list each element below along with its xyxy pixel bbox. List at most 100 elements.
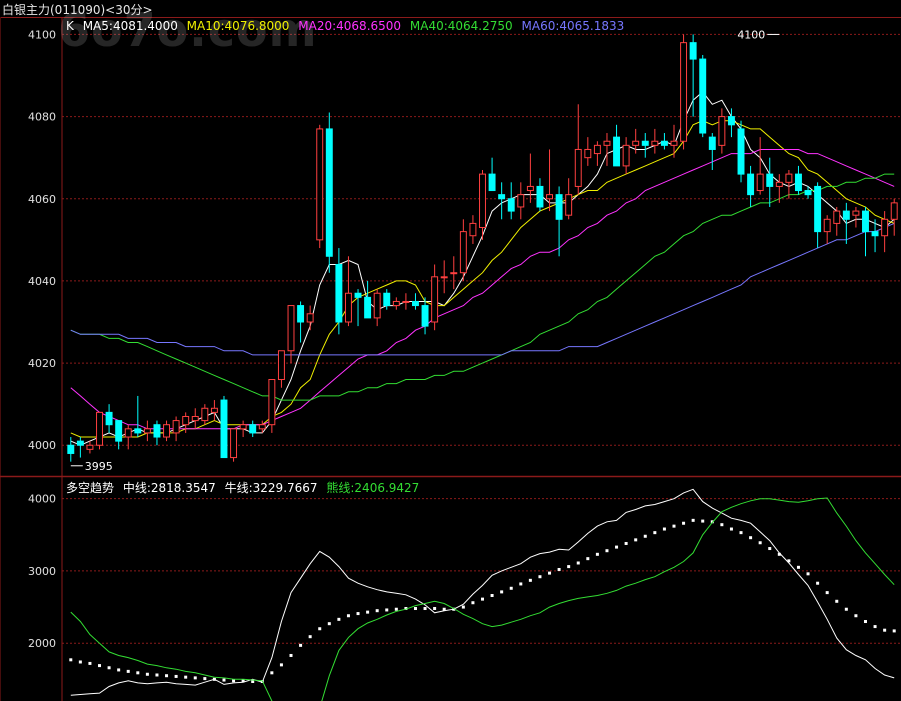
mid-line-dot <box>155 673 159 677</box>
mid-line-dot <box>184 675 188 679</box>
candle-body-up <box>632 140 640 146</box>
candle-body-down <box>297 305 305 323</box>
mid-line-dot <box>720 523 724 527</box>
candle-body-down <box>689 42 697 60</box>
candle-body-up <box>622 144 630 167</box>
candle-body-down <box>488 173 496 192</box>
candle-body-down <box>814 185 822 233</box>
candle-body-down <box>325 128 333 257</box>
main-legend: K MA5:4081.4000 MA10:4076.8000 MA20:4068… <box>66 19 629 33</box>
mid-line-dot <box>892 629 896 633</box>
mid-line-dot <box>538 575 542 579</box>
candle-body-down <box>220 399 228 459</box>
candle-body-down <box>766 173 774 187</box>
candle-body-down <box>699 58 707 134</box>
mid-line-dot <box>433 607 437 611</box>
mid-line-dot <box>193 676 197 680</box>
low-marker-label: 3995 <box>85 460 113 473</box>
ma-line-ma10 <box>70 120 895 438</box>
mid-line-dot <box>567 565 571 569</box>
sub-y-tick-label: 3000 <box>28 565 56 578</box>
main-y-tick-label: 4060 <box>28 193 56 206</box>
high-marker-label: 4100 <box>737 28 765 41</box>
candle-body-up <box>239 424 247 430</box>
mid-line-dot <box>624 541 628 545</box>
candle-body-up <box>881 218 889 237</box>
candle-body-up <box>392 300 400 307</box>
candle-body-up <box>546 194 553 200</box>
mid-line-dot <box>136 671 140 675</box>
candle-body-down <box>536 185 544 208</box>
candle-body-down <box>842 210 850 220</box>
mid-line-dot <box>825 591 829 595</box>
main-y-tick-label: 4000 <box>28 439 56 452</box>
candle-body-down <box>660 140 668 146</box>
mid-line-dot <box>165 674 169 678</box>
mid-line-dot <box>653 531 657 535</box>
candle-body-up <box>574 148 582 187</box>
mid-line-dot <box>615 545 619 549</box>
mid-line-dot <box>327 622 331 626</box>
candle-body-up <box>306 313 314 323</box>
sub-y-tick-label: 4000 <box>28 493 56 506</box>
candle-body-down <box>862 210 869 233</box>
candle-body-down <box>76 440 84 446</box>
mid-line-dot <box>107 666 111 670</box>
candle-body-up <box>565 194 573 216</box>
candle-body-up <box>172 420 180 434</box>
mid-line-dot <box>835 599 839 603</box>
candle-body-up <box>124 428 132 438</box>
legend-ma40: MA40:4064.2750 <box>409 19 513 33</box>
candle-body-down <box>747 173 755 196</box>
candle-body-up <box>402 300 410 303</box>
candle-body-down <box>641 140 649 146</box>
mid-line-dot <box>270 671 274 675</box>
mid-line-dot <box>605 549 609 553</box>
candle-body-down <box>153 424 161 438</box>
mid-line-dot <box>634 538 638 542</box>
candle-body-down <box>794 173 802 192</box>
mid-line-dot <box>126 669 130 673</box>
main-y-tick-label: 4040 <box>28 275 56 288</box>
legend-k: K <box>66 19 74 33</box>
candle-body-up <box>785 173 793 183</box>
candle-body-down <box>354 292 362 298</box>
mid-line-dot <box>366 610 370 614</box>
candle-body-up <box>651 140 659 146</box>
candle-body-up <box>670 140 678 146</box>
mid-line-dot <box>69 658 73 662</box>
mid-line-dot <box>308 635 312 639</box>
mid-line-dot <box>461 605 465 609</box>
candle-body-up <box>833 210 841 224</box>
candle-body-up <box>96 411 103 446</box>
mid-line-dot <box>318 627 322 631</box>
mid-line-dot <box>279 663 283 667</box>
candle-body-down <box>613 136 621 167</box>
mid-line-dot <box>595 552 599 556</box>
candle-body-up <box>258 424 266 430</box>
candle-body-up <box>431 276 439 323</box>
mid-line-dot <box>212 677 216 681</box>
mid-line-dot <box>873 625 877 629</box>
mid-line-dot <box>203 677 207 681</box>
candle-body-down <box>727 116 735 126</box>
mid-line-dot <box>490 594 494 598</box>
trend-indicator-layer <box>69 488 896 701</box>
candle-body-down <box>507 198 515 212</box>
mid-line-dot <box>548 571 552 575</box>
mid-line-dot <box>816 581 820 585</box>
mid-line-dot <box>662 527 666 531</box>
candle-body-down <box>737 128 745 175</box>
candle-body-up <box>440 276 448 279</box>
annotation-layer: 4100 3995 <box>70 28 780 473</box>
candle-body-down <box>134 428 142 434</box>
mid-line-dot <box>777 552 781 556</box>
legend-ma5: MA5:4081.4000 <box>82 19 178 33</box>
candle-body-up <box>756 173 764 192</box>
candle-body-up <box>86 444 94 450</box>
mid-line-dot <box>337 617 341 621</box>
candle-body-up <box>517 194 525 208</box>
legend-ma10: MA10:4076.8000 <box>186 19 290 33</box>
candle-body-up <box>469 222 477 237</box>
candle-body-up <box>680 42 688 142</box>
